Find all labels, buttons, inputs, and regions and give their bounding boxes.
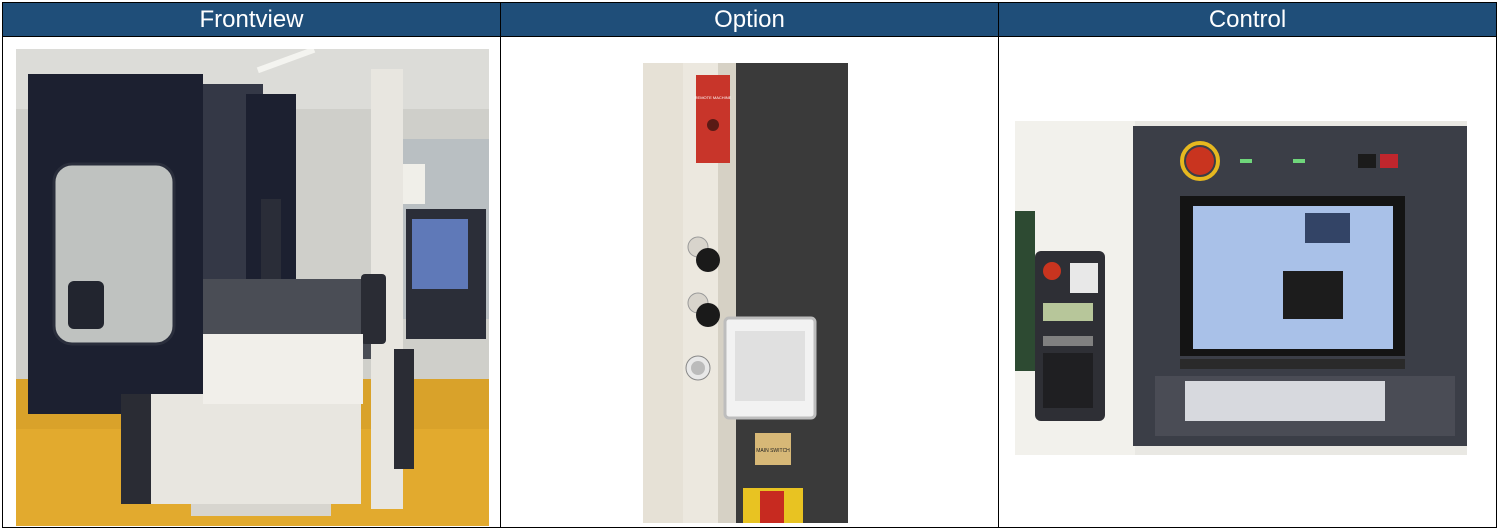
option-emergency-label: REMOTE MACHINE bbox=[695, 95, 732, 100]
cell-option: REMOTE MACHINE MAIN SWITCH bbox=[501, 37, 999, 527]
header-control: Control bbox=[1208, 5, 1287, 33]
header-option: Option bbox=[501, 3, 999, 36]
machine-side-panel-photo: REMOTE MACHINE MAIN SWITCH bbox=[643, 63, 848, 523]
image-table: Frontview Option Control REMOTE MACHINE … bbox=[2, 2, 1497, 528]
cell-frontview bbox=[3, 37, 501, 527]
table-body-row: REMOTE MACHINE MAIN SWITCH bbox=[3, 37, 1496, 527]
control-panel-photo bbox=[1015, 121, 1467, 455]
option-main-switch-label: MAIN SWITCH bbox=[756, 448, 790, 454]
edm-machine-front-photo bbox=[16, 49, 489, 526]
cell-control bbox=[999, 37, 1496, 527]
header-frontview: Frontview bbox=[3, 3, 501, 36]
table-header-row: Frontview Option Control bbox=[3, 3, 1496, 37]
